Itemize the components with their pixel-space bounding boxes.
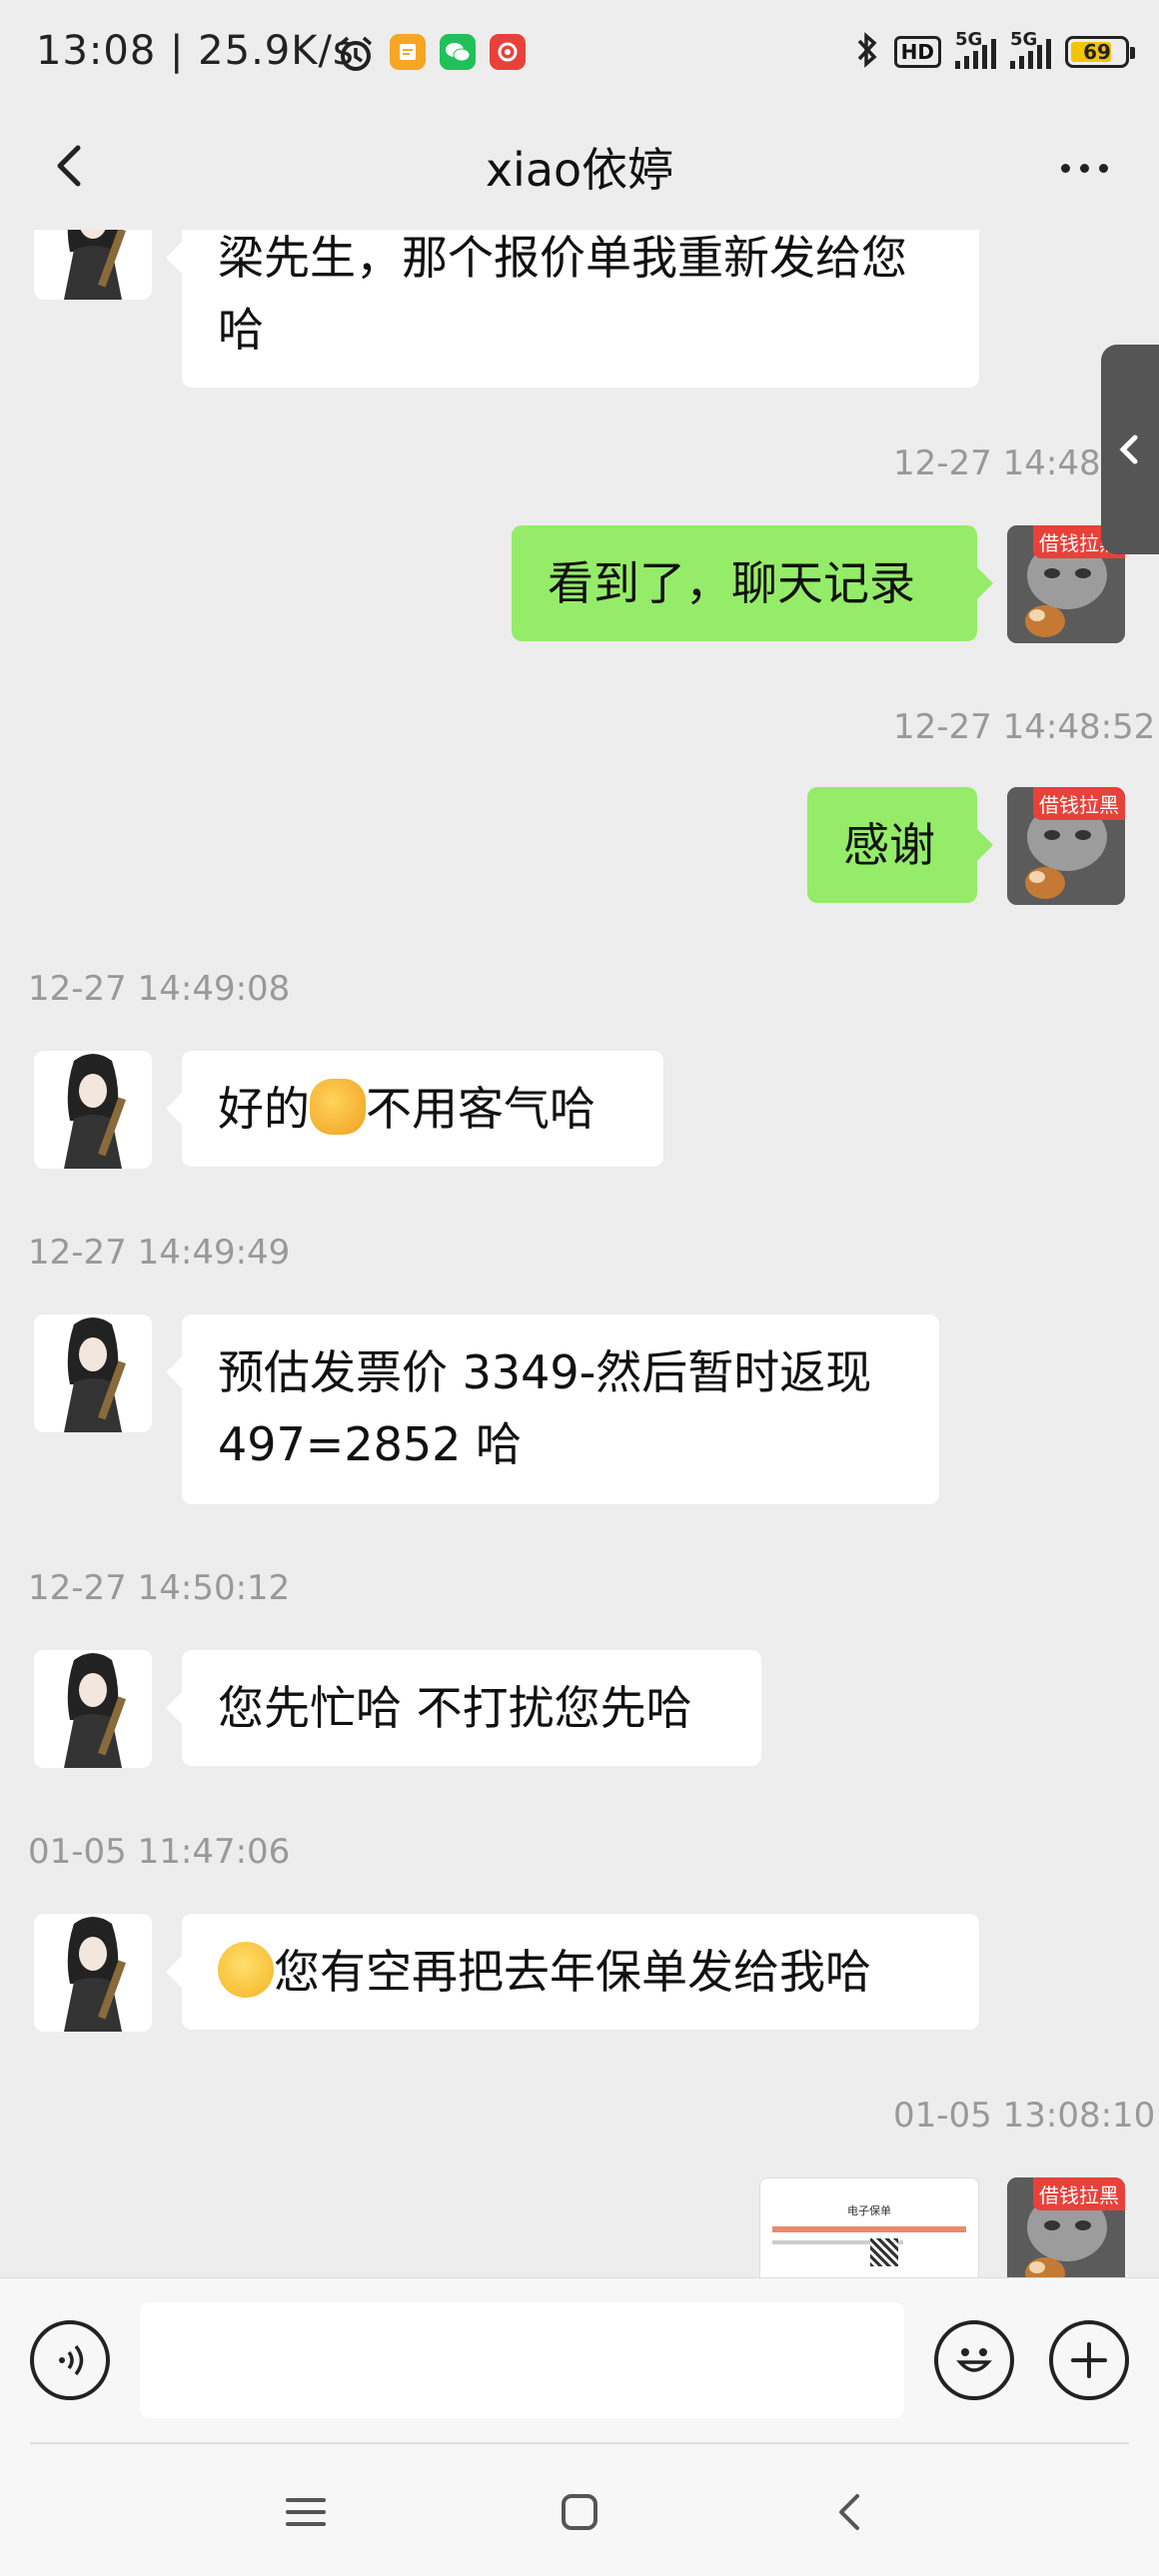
wechat-app-icon bbox=[440, 34, 476, 70]
chat-title: xiao依婷 bbox=[485, 143, 674, 197]
hd-voice-icon: HD bbox=[893, 36, 941, 68]
timestamp: 12-27 14:49:49 bbox=[28, 1233, 291, 1273]
message-list[interactable]: 梁先生，那个报价单我重新发给您哈 12-27 14:48:4 看到了，聊天记录 … bbox=[0, 230, 1159, 2277]
timestamp: 12-27 14:49:08 bbox=[28, 969, 291, 1009]
message-bubble[interactable]: 预估发票价 3349-然后暂时返现 497=2852 哈 bbox=[166, 1314, 939, 1504]
plus-icon[interactable] bbox=[1049, 2320, 1129, 2400]
image-message-title: 电子保单 bbox=[847, 2204, 891, 2217]
signal-2-icon: 5G bbox=[1010, 29, 1051, 69]
message-bubble[interactable]: 您先忙哈 不打扰您先哈 bbox=[166, 1650, 761, 1766]
contact-avatar[interactable] bbox=[34, 1914, 152, 2032]
home-icon[interactable] bbox=[550, 2482, 609, 2542]
status-time-speed: 13:08 | 25.9K/s bbox=[36, 28, 355, 74]
message-bubble[interactable]: 感谢 bbox=[807, 787, 993, 903]
message-input[interactable] bbox=[140, 2302, 904, 2418]
timestamp: 12-27 14:48:52 bbox=[893, 707, 1156, 747]
avatar-tag: 借钱拉黑 bbox=[1033, 787, 1125, 820]
status-notification-icons bbox=[336, 34, 526, 78]
my-avatar[interactable]: 借钱拉黑 bbox=[1007, 2177, 1125, 2277]
music-app-icon bbox=[490, 34, 526, 70]
chat-header: xiao依婷 bbox=[0, 110, 1159, 230]
handshake-emoji bbox=[310, 1079, 366, 1135]
message-bubble[interactable]: 梁先生，那个报价单我重新发给您哈 bbox=[166, 230, 979, 388]
back-nav-icon[interactable] bbox=[819, 2482, 879, 2542]
input-bar bbox=[0, 2277, 1159, 2443]
status-bar: 13:08 | 25.9K/s HD 5G 5G 69 bbox=[0, 0, 1159, 110]
timestamp: 12-27 14:50:12 bbox=[28, 1568, 291, 1608]
avatar-tag: 借钱拉黑 bbox=[1033, 2177, 1125, 2210]
side-panel-toggle[interactable] bbox=[1101, 345, 1159, 554]
battery-icon: 69 bbox=[1065, 36, 1135, 68]
alarm-icon bbox=[336, 34, 376, 78]
contact-avatar[interactable] bbox=[34, 1650, 152, 1768]
signal-1-icon: 5G bbox=[955, 29, 996, 69]
smile-emoji bbox=[218, 1942, 274, 1998]
message-bubble[interactable]: 好的 不用客气哈 bbox=[166, 1051, 663, 1167]
image-message[interactable]: 电子保单 bbox=[759, 2177, 979, 2277]
more-dots-icon[interactable] bbox=[1049, 138, 1119, 198]
timestamp: 01-05 13:08:10 bbox=[893, 2096, 1156, 2136]
emoji-icon[interactable] bbox=[934, 2320, 1014, 2400]
contact-avatar[interactable] bbox=[34, 1314, 152, 1432]
system-navigation-bar bbox=[0, 2442, 1159, 2576]
timestamp: 01-05 11:47:06 bbox=[28, 1832, 291, 1872]
contact-avatar[interactable] bbox=[34, 1051, 152, 1169]
status-system-icons: HD 5G 5G 69 bbox=[854, 29, 1135, 74]
contact-avatar[interactable] bbox=[34, 230, 152, 300]
timestamp: 12-27 14:48:4 bbox=[893, 443, 1134, 483]
battery-level: 69 bbox=[1083, 40, 1111, 64]
message-bubble[interactable]: 看到了，聊天记录 bbox=[512, 525, 993, 641]
my-avatar[interactable]: 借钱拉黑 bbox=[1007, 787, 1125, 905]
bluetooth-icon bbox=[854, 30, 880, 74]
notes-app-icon bbox=[390, 34, 426, 70]
message-bubble[interactable]: 您有空再把去年保单发给我哈 bbox=[166, 1914, 979, 2030]
voice-icon[interactable] bbox=[30, 2320, 110, 2400]
menu-icon[interactable] bbox=[276, 2482, 336, 2542]
